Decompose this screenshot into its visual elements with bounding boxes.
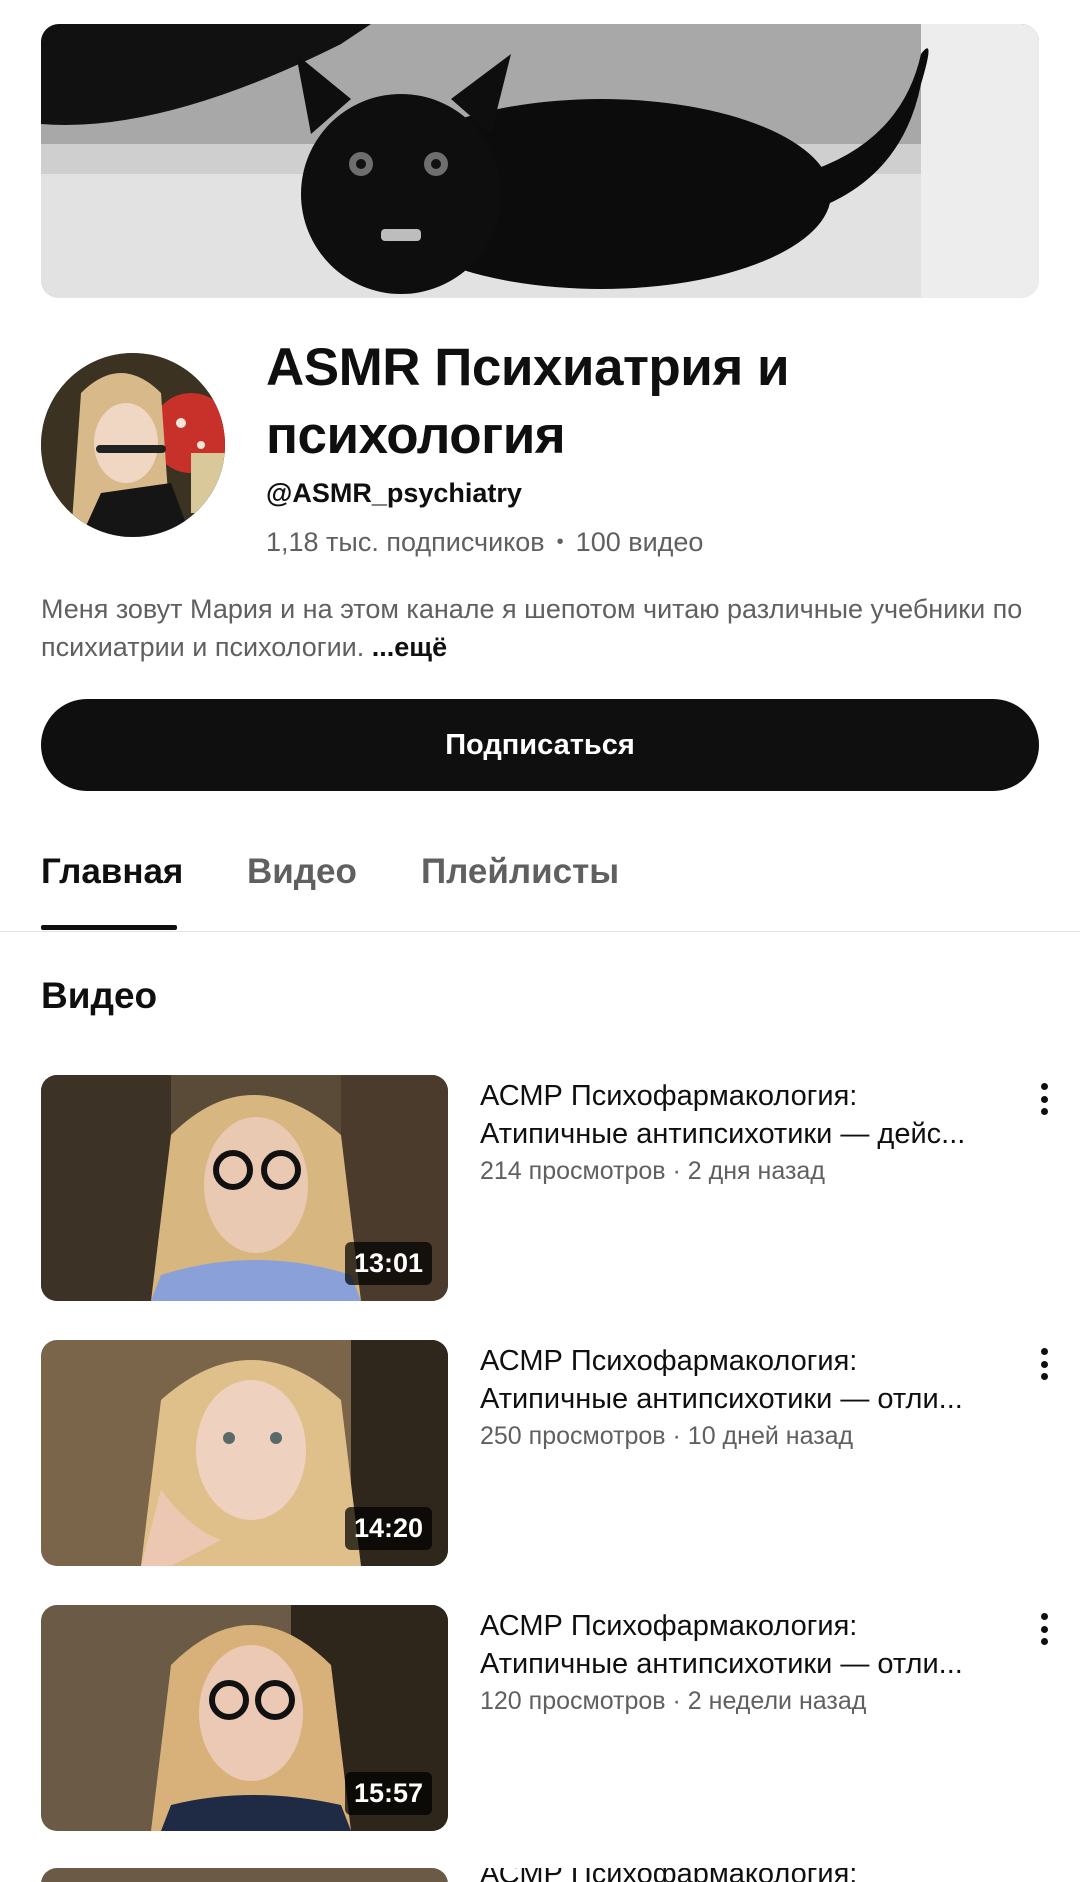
- video-title[interactable]: АСМР Психофармакология: Атипичные антипс…: [480, 1607, 1020, 1683]
- video-meta: 120 просмотров · 2 недели назад: [480, 1687, 867, 1715]
- video-title-line: АСМР Психофармакология:: [480, 1080, 858, 1112]
- video-item[interactable]: 13:01 АСМР Психофармакология: Атипичные …: [0, 1075, 1080, 1301]
- subscriber-count: 1,18 тыс. подписчиков: [266, 527, 545, 557]
- video-title-line: АСМР Психофармакология:: [480, 1345, 858, 1377]
- video-title-line: Атипичные антипсихотики — дейс...: [480, 1118, 966, 1150]
- section-title: Видео: [41, 975, 158, 1016]
- video-thumbnail[interactable]: 15:57: [41, 1605, 448, 1831]
- channel-description[interactable]: Меня зовут Мария и на этом канале я шепо…: [41, 590, 1041, 666]
- channel-handle: @ASMR_psychiatry: [266, 478, 522, 508]
- more-vert-icon[interactable]: [1028, 1079, 1060, 1119]
- stats-separator: •: [556, 531, 564, 553]
- video-meta: 250 просмотров · 10 дней назад: [480, 1422, 854, 1450]
- video-title[interactable]: АСМР Психофармакология: Атипичные антипс…: [480, 1077, 1020, 1153]
- video-title[interactable]: АСМР Психофармакология: Атипичные антипс…: [480, 1342, 1020, 1418]
- avatar-image: [41, 353, 225, 537]
- video-count: 100 видео: [575, 527, 704, 557]
- video-title-line: АСМР Психофармакология:: [480, 1868, 857, 1882]
- video-item[interactable]: 14:20 АСМР Психофармакология: Атипичные …: [0, 1340, 1080, 1566]
- channel-avatar[interactable]: [41, 353, 225, 537]
- video-title-line: Атипичные антипсихотики — отли...: [480, 1383, 963, 1415]
- video-duration: 15:57: [344, 1772, 432, 1815]
- tab-playlists[interactable]: Плейлисты: [421, 852, 619, 892]
- more-vert-icon[interactable]: [1028, 1609, 1060, 1649]
- video-item-partial[interactable]: АСМР Психофармакология:: [0, 1868, 1080, 1882]
- video-item[interactable]: 15:57 АСМР Психофармакология: Атипичные …: [0, 1605, 1080, 1831]
- channel-title: ASMR Психиатрия и психология: [266, 338, 790, 465]
- tab-videos[interactable]: Видео: [247, 852, 357, 892]
- video-meta: 214 просмотров · 2 дня назад: [480, 1157, 825, 1185]
- channel-tabs: Главная Видео Плейлисты: [0, 820, 1080, 932]
- banner-image: [41, 24, 1039, 298]
- subscribe-button[interactable]: Подписаться: [41, 699, 1039, 791]
- description-more-link[interactable]: ...ещё: [372, 632, 447, 662]
- channel-banner: [41, 24, 1039, 298]
- more-vert-icon[interactable]: [1028, 1344, 1060, 1384]
- video-thumbnail[interactable]: [41, 1868, 448, 1882]
- channel-stats: 1,18 тыс. подписчиков • 100 видео: [266, 527, 703, 558]
- video-title-line: АСМР Психофармакология:: [480, 1610, 858, 1642]
- video-thumbnail[interactable]: 13:01: [41, 1075, 448, 1301]
- tab-home[interactable]: Главная: [41, 852, 183, 892]
- description-text: Меня зовут Мария и на этом канале я шепо…: [41, 594, 1023, 662]
- video-title-line: Атипичные антипсихотики — отли...: [480, 1648, 963, 1680]
- video-thumbnail[interactable]: 14:20: [41, 1340, 448, 1566]
- video-duration: 13:01: [344, 1242, 432, 1285]
- video-duration: 14:20: [344, 1507, 432, 1550]
- active-tab-indicator: [41, 925, 177, 930]
